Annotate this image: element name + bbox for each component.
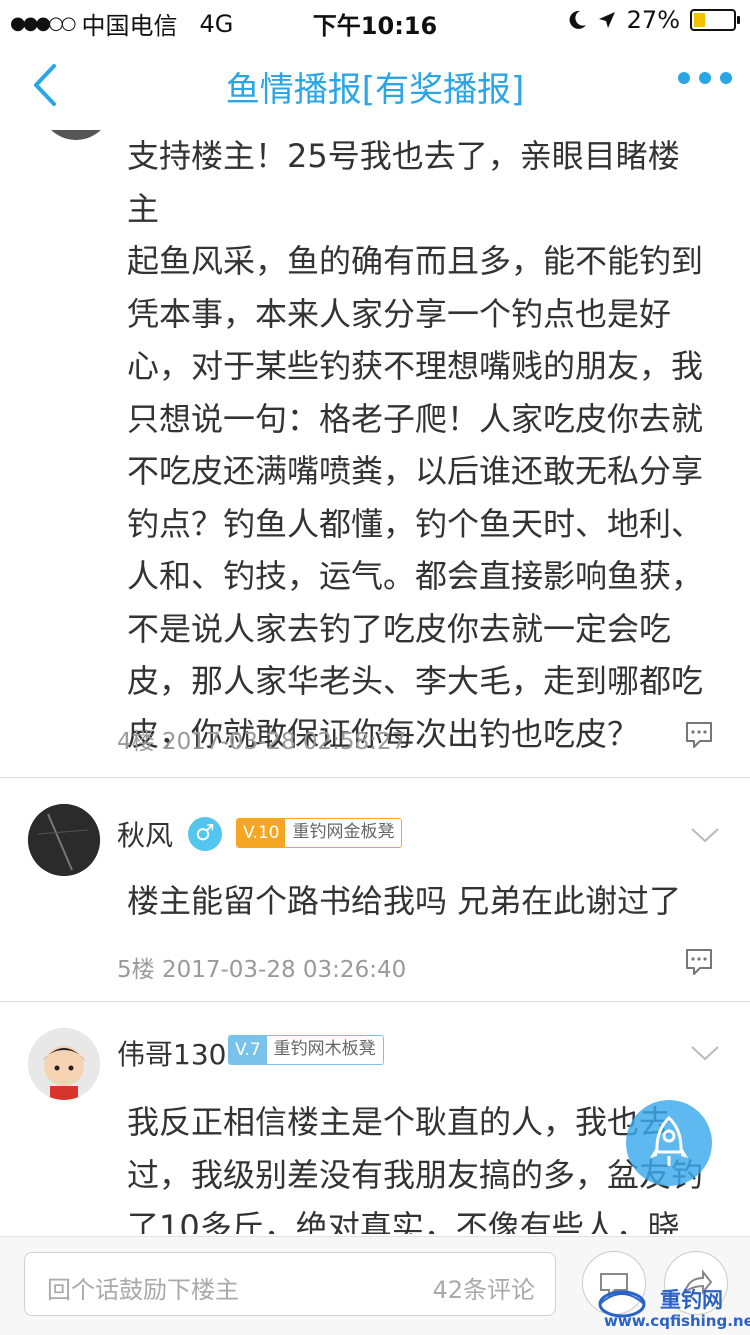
reply-meta: 4楼 2017-03-28 02:58:27: [117, 729, 407, 755]
more-dots-icon[interactable]: [678, 72, 732, 84]
reply-input[interactable]: 回个话鼓励下楼主 42条评论: [24, 1252, 556, 1316]
status-bar: ●●●○○ 中国电信 4G 下午10:16 27%: [0, 0, 750, 40]
level-badge: V.7 重钓网木板凳: [228, 1035, 384, 1065]
reply-line: 不是说人家去钓了吃皮你去就一定会吃: [127, 609, 672, 648]
reply-line: 凭本事，本来人家分享一个钓点也是好: [127, 294, 672, 333]
comment-count[interactable]: 42条评论: [432, 1270, 535, 1305]
reply-line: 皮，那人家华老头、李大毛，走到哪都吃: [127, 662, 704, 700]
username[interactable]: 秋风: [117, 814, 173, 854]
reply-input-placeholder: 回个话鼓励下楼主: [47, 1276, 239, 1304]
chevron-down-icon[interactable]: [690, 826, 720, 844]
page-title: 鱼情播报[有奖播报]: [225, 70, 525, 110]
avatar-image: [28, 804, 100, 876]
reply-line: 起鱼风采，鱼的确有而且多，能不能钓到: [127, 242, 704, 280]
scroll-top-button[interactable]: [626, 1100, 712, 1186]
level-badge: V.10 重钓网金板凳: [236, 818, 403, 848]
reply-line: 只想说一句：格老子爬！人家吃皮你去就: [127, 399, 704, 438]
reply-line: 心，对于某些钓获不理想嘴贱的朋友，我: [127, 347, 704, 385]
avatar[interactable]: [28, 804, 100, 876]
reply-line: 过，我级别差没有我朋友搞的多，盆友钓: [127, 1155, 704, 1194]
watermark-url: www.cqfishing.net: [604, 1312, 750, 1330]
moon-icon: [569, 10, 586, 29]
reply-item: 支持楼主！25号我也去了，亲眼目睹楼主 起鱼风采，鱼的确有而且多，能不能钓到 凭…: [0, 130, 750, 778]
reply-line: 支持楼主！25号我也去了，亲眼目睹楼主: [127, 137, 680, 228]
rank-label: 重钓网金板凳: [285, 819, 402, 847]
watermark-name: 重钓网: [660, 1288, 723, 1312]
reply-line: 人和、钓技，运气。都会直接影响鱼获，: [127, 557, 704, 595]
level-label: V.7: [229, 1036, 267, 1064]
rocket-icon: [650, 1115, 688, 1166]
reply-line: 钓点？钓鱼人都懂，钓个鱼天时、地利、: [127, 504, 704, 543]
battery-percent: 27%: [626, 6, 680, 34]
location-arrow-icon: [598, 12, 615, 28]
chevron-down-icon[interactable]: [690, 1044, 720, 1062]
battery-icon: [690, 9, 740, 31]
rank-label: 重钓网木板凳: [266, 1036, 383, 1064]
reply-text: 楼主能留个路书给我吗 兄弟在此谢过了: [127, 882, 682, 920]
male-gender-icon: ♂: [188, 817, 222, 851]
nav-bar: 鱼情播报[有奖播报]: [0, 40, 750, 130]
username[interactable]: 伟哥130: [117, 1033, 226, 1073]
reply-meta: 5楼 2017-03-28 03:26:40: [117, 957, 407, 983]
reply-list[interactable]: 支持楼主！25号我也去了，亲眼目睹楼主 起鱼风采，鱼的确有而且多，能不能钓到 凭…: [0, 130, 750, 1234]
reply-item: 秋风 ♂ V.10 重钓网金板凳 楼主能留个路书给我吗 兄弟在此谢过了 5楼 2…: [0, 778, 750, 1002]
comment-icon[interactable]: [684, 721, 714, 749]
avatar-image: [28, 1028, 100, 1100]
comment-icon[interactable]: [684, 948, 714, 976]
level-label: V.10: [237, 819, 286, 847]
reply-line: 我反正相信楼主是个耿直的人，我也去: [127, 1103, 672, 1141]
avatar[interactable]: [28, 1028, 100, 1100]
reply-text: 支持楼主！25号我也去了，亲眼目睹楼主 起鱼风采，鱼的确有而且多，能不能钓到 凭…: [0, 130, 750, 760]
reply-line: 不吃皮还满嘴喷粪，以后谁还敢无私分享: [127, 452, 704, 490]
reply-line: 了10多斤，绝对真实，不像有些人，晓得: [127, 1208, 680, 1234]
